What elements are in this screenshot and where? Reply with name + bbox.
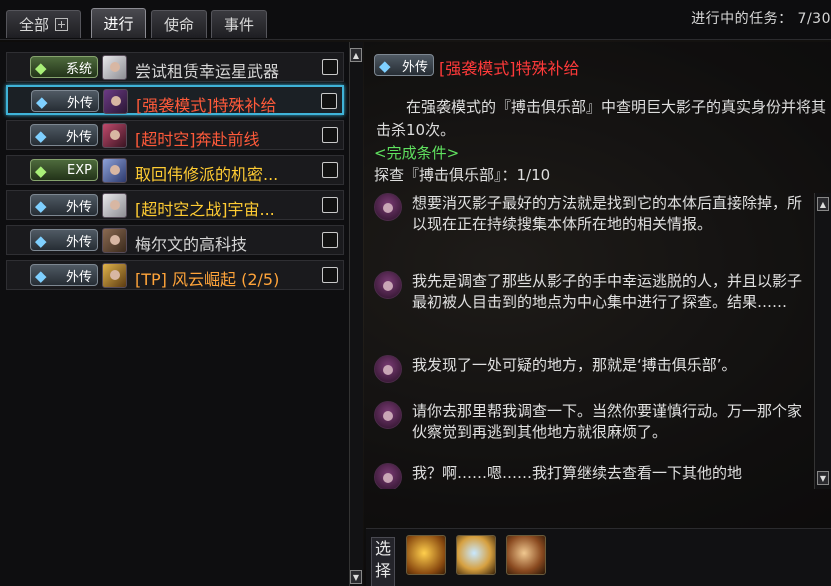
- avatar: [102, 193, 127, 218]
- quest-type-badge: ◆ 外传: [374, 54, 434, 76]
- quest-row[interactable]: ◆ EXP 取回伟修派的机密...: [6, 155, 344, 185]
- avatar: [102, 123, 127, 148]
- tab-event[interactable]: 事件: [211, 10, 267, 38]
- npc-avatar: [374, 401, 402, 429]
- avatar: [102, 228, 127, 253]
- track-checkbox[interactable]: [322, 267, 338, 283]
- completion-condition-text: 探查『搏击俱乐部』：1/10: [374, 166, 551, 184]
- dialog-text: 我发现了一处可疑的地方，那就是‘搏击俱乐部’。: [412, 356, 737, 374]
- npc-dialog: 想要消灭影子最好的方法就是找到它的本体后直接除掉，所以现在正在持续搜集本体所在地…: [364, 193, 814, 489]
- quest-title: [强袭模式]特殊补给: [136, 96, 277, 115]
- badge-label: 外传: [65, 199, 92, 215]
- tab-in-progress[interactable]: 进行: [91, 8, 146, 38]
- gem-icon: ◆: [35, 232, 47, 250]
- quest-type-badge: ◆ 外传: [30, 194, 98, 216]
- quest-type-badge: ◆ 外传: [31, 90, 99, 112]
- quest-type-badge: ◆ EXP: [30, 159, 98, 181]
- gem-icon: ◆: [36, 93, 48, 111]
- scroll-down-icon[interactable]: ▼: [817, 471, 829, 485]
- npc-avatar: [374, 193, 402, 221]
- avatar: [102, 263, 127, 288]
- scroll-down-icon[interactable]: ▼: [350, 570, 362, 584]
- top-bar: 全部 进行 使命 事件 进行中的任务： 7/30: [0, 0, 831, 40]
- dialog-text: 请你去那里帮我调查一下。当然你要谨慎行动。万一那个家伙察觉到再逃到其他地方就很麻…: [412, 402, 803, 441]
- badge-label: EXP: [67, 162, 92, 178]
- badge-label: 外传: [65, 269, 92, 285]
- quest-list: ◆ 系统 尝试租赁幸运星武器 ◆ 外传 [强袭模式]特殊补给 ◆ 外传 [超时空]奔赴…: [0, 42, 349, 586]
- track-checkbox[interactable]: [322, 127, 338, 143]
- quest-row[interactable]: ◆ 外传 梅尔文的高科技: [6, 225, 344, 255]
- quest-title: [超时空]奔赴前线: [135, 130, 260, 149]
- tab-mission[interactable]: 使命: [151, 10, 207, 38]
- tab-event-label: 事件: [223, 16, 254, 34]
- scroll-up-icon[interactable]: ▲: [817, 197, 829, 211]
- badge-label: 外传: [65, 234, 92, 250]
- reward-item-icon[interactable]: [506, 535, 546, 575]
- quest-row[interactable]: ◆ 系统 尝试租赁幸运星武器: [6, 52, 344, 82]
- task-count: 进行中的任务： 7/30: [691, 8, 831, 28]
- quest-title: [超时空之战]宇宙...: [135, 200, 275, 219]
- track-checkbox[interactable]: [322, 197, 338, 213]
- tab-all[interactable]: 全部: [6, 10, 81, 38]
- avatar: [103, 89, 128, 114]
- quest-title: 取回伟修派的机密...: [135, 165, 279, 184]
- dialog-text: 想要消灭影子最好的方法就是找到它的本体后直接除掉，所以现在正在持续搜集本体所在地…: [412, 194, 803, 233]
- npc-avatar: [374, 463, 402, 489]
- track-checkbox[interactable]: [322, 232, 338, 248]
- tab-mission-label: 使命: [163, 16, 194, 34]
- quest-row[interactable]: ◆ 外传 [超时空]奔赴前线: [6, 120, 344, 150]
- quest-row[interactable]: ◆ 外传 [超时空之战]宇宙...: [6, 190, 344, 220]
- gem-icon: ◆: [35, 162, 47, 180]
- scroll-up-icon[interactable]: ▲: [350, 48, 362, 62]
- tab-all-label: 全部: [18, 16, 49, 34]
- track-checkbox[interactable]: [322, 162, 338, 178]
- badge-label: 外传: [401, 59, 428, 75]
- gem-icon: ◆: [35, 197, 47, 215]
- quest-row-selected[interactable]: ◆ 外传 [强袭模式]特殊补给: [6, 85, 344, 115]
- gem-icon: ◆: [379, 57, 391, 75]
- reward-item-icon[interactable]: [456, 535, 496, 575]
- quest-title: 梅尔文的高科技: [135, 235, 248, 254]
- quest-title: 尝试租赁幸运星武器: [135, 62, 280, 81]
- quest-type-badge: ◆ 外传: [30, 124, 98, 146]
- gem-icon: ◆: [35, 59, 47, 77]
- quest-detail-title: [强袭模式]特殊补给: [439, 59, 580, 78]
- task-count-value: 7/30: [797, 11, 831, 27]
- select-label: 选择: [371, 537, 395, 586]
- npc-avatar: [374, 355, 402, 383]
- tab-in-progress-label: 进行: [103, 15, 134, 33]
- task-count-label: 进行中的任务：: [691, 11, 793, 27]
- quest-list-scrollbar[interactable]: ▲ ▼: [349, 42, 363, 586]
- gem-icon: ◆: [35, 267, 47, 285]
- completion-condition-label: <完成条件>: [374, 144, 460, 162]
- quest-title: [TP] 风云崛起 (2/5): [135, 270, 280, 289]
- reward-item-icon[interactable]: [406, 535, 446, 575]
- avatar: [102, 55, 127, 80]
- dialog-text: 我？啊……嗯……我打算继续去查看一下其他的地: [412, 464, 743, 482]
- quest-type-badge: ◆ 外传: [30, 264, 98, 286]
- quest-description: 在强袭模式的『搏击俱乐部』中查明巨大影子的真实身份并将其击杀10次。: [376, 98, 827, 139]
- dialog-scrollbar[interactable]: ▲ ▼: [814, 193, 831, 489]
- quest-type-badge: ◆ 系统: [30, 56, 98, 78]
- quest-type-badge: ◆ 外传: [30, 229, 98, 251]
- quest-row[interactable]: ◆ 外传 [TP] 风云崛起 (2/5): [6, 260, 344, 290]
- avatar: [102, 158, 127, 183]
- badge-label: 系统: [65, 61, 92, 77]
- expand-icon[interactable]: [55, 18, 68, 31]
- badge-label: 外传: [65, 129, 92, 145]
- gem-icon: ◆: [35, 127, 47, 145]
- badge-label: 外传: [66, 95, 93, 111]
- dialog-text: 我先是调查了那些从影子的手中幸运逃脱的人，并且以影子最初被人目击到的地点为中心集…: [412, 272, 803, 311]
- track-checkbox[interactable]: [321, 93, 337, 109]
- reward-select-bar: 选择: [366, 528, 831, 586]
- npc-avatar: [374, 271, 402, 299]
- track-checkbox[interactable]: [322, 59, 338, 75]
